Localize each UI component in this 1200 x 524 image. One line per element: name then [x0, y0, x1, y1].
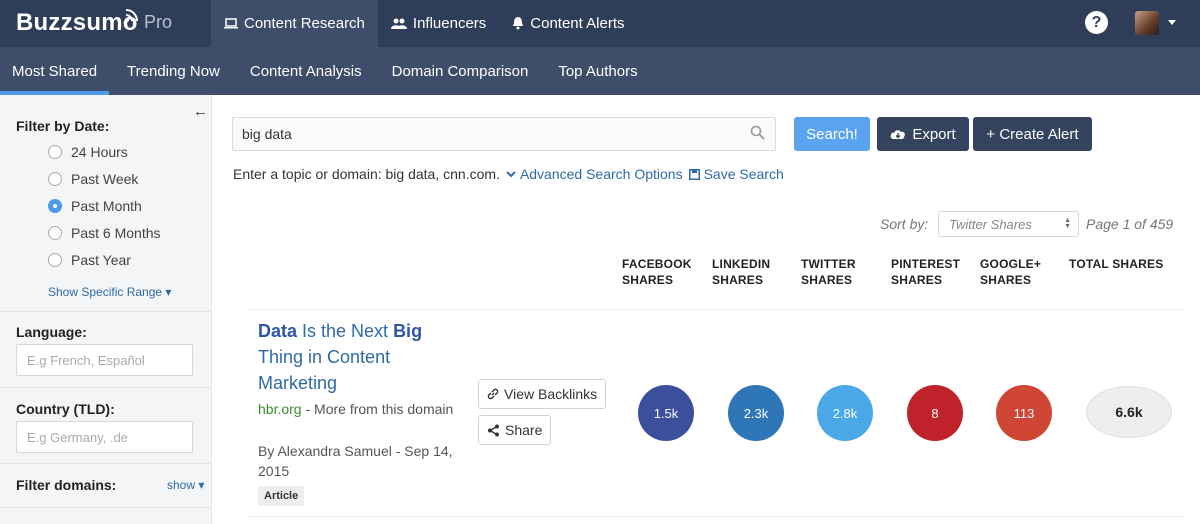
result-author: By Alexandra Samuel - Sep 14, 2015	[258, 441, 468, 481]
nav-content-alerts[interactable]: Content Alerts	[499, 0, 637, 47]
save-search-label: Save Search	[703, 166, 784, 182]
tab-trending-now[interactable]: Trending Now	[115, 47, 232, 95]
sort-select[interactable]: Twitter Shares ▲ ▼	[938, 211, 1079, 237]
col-header-googleplus[interactable]: GOOGLE+ SHARES	[980, 256, 1041, 288]
create-alert-button[interactable]: + Create Alert	[973, 117, 1092, 151]
link-icon	[487, 388, 499, 400]
page-indicator: Page 1 of 459	[1086, 216, 1174, 232]
country-input[interactable]	[16, 421, 193, 453]
radio-label: Past Year	[71, 252, 131, 268]
search-input[interactable]	[232, 117, 776, 151]
sort-arrows-icon: ▲ ▼	[1064, 217, 1071, 230]
radio-label: Past Month	[71, 198, 142, 214]
save-search-link[interactable]: Save Search	[688, 166, 784, 182]
filter-sidebar: ← Filter by Date: 24 Hours Past Week Pas…	[0, 95, 212, 524]
domain-link[interactable]: hbr.org	[258, 401, 302, 417]
export-label: Export	[912, 125, 956, 143]
tab-top-authors[interactable]: Top Authors	[546, 47, 649, 95]
divider	[0, 387, 211, 388]
radio-button[interactable]	[48, 226, 62, 240]
divider	[248, 516, 1184, 517]
radio-label: 24 Hours	[71, 144, 128, 160]
search-hint: Enter a topic or domain: big data, cnn.c…	[233, 166, 784, 182]
view-backlinks-label: View Backlinks	[504, 386, 598, 402]
hint-text: Enter a topic or domain: big data, cnn.c…	[233, 166, 500, 182]
twitter-shares-bubble[interactable]: 2.8k	[817, 385, 873, 441]
secondary-nav: Most Shared Trending Now Content Analysi…	[0, 47, 1200, 95]
col-header-linkedin[interactable]: LINKEDIN SHARES	[712, 256, 770, 288]
divider	[0, 507, 211, 508]
laptop-icon	[224, 18, 238, 29]
radio-past-6-months[interactable]: Past 6 Months	[48, 225, 161, 241]
col-header-facebook[interactable]: FACEBOOK SHARES	[622, 256, 692, 288]
chevron-down-icon	[506, 170, 516, 177]
cloud-download-icon	[890, 130, 906, 139]
radio-button[interactable]	[48, 253, 62, 267]
filter-date-label: Filter by Date:	[16, 118, 110, 134]
more-from-domain[interactable]: - More from this domain	[302, 401, 453, 417]
help-icon[interactable]: ?	[1085, 11, 1108, 34]
advanced-search-label: Advanced Search Options	[519, 166, 683, 182]
filter-domains-label: Filter domains:	[16, 477, 117, 493]
nav-label: Content Alerts	[530, 15, 625, 32]
radio-label: Past 6 Months	[71, 225, 161, 241]
radio-button[interactable]	[48, 199, 62, 213]
radio-past-year[interactable]: Past Year	[48, 252, 131, 268]
total-shares-bubble: 6.6k	[1086, 386, 1172, 438]
radio-past-week[interactable]: Past Week	[48, 171, 138, 187]
tab-content-analysis[interactable]: Content Analysis	[238, 47, 374, 95]
primary-nav: Content Research Influencers Content Ale…	[211, 0, 638, 47]
advanced-search-link[interactable]: Advanced Search Options	[506, 166, 683, 182]
divider	[0, 311, 211, 312]
author-name[interactable]: By Alexandra Samuel	[258, 443, 392, 459]
view-backlinks-button[interactable]: View Backlinks	[478, 379, 607, 409]
brand-tier: Pro	[144, 12, 173, 32]
show-specific-range-link[interactable]: Show Specific Range ▾	[48, 285, 171, 299]
nav-label: Influencers	[412, 15, 487, 32]
radio-past-month[interactable]: Past Month	[48, 198, 142, 214]
radio-button[interactable]	[48, 172, 62, 186]
chevron-down-icon[interactable]	[1168, 20, 1176, 25]
save-icon	[688, 168, 700, 180]
radio-label: Past Week	[71, 171, 139, 187]
tab-domain-comparison[interactable]: Domain Comparison	[380, 47, 541, 95]
divider	[248, 309, 1184, 310]
divider	[0, 463, 211, 464]
sort-label: Sort by:	[880, 216, 929, 232]
share-button[interactable]: Share	[478, 415, 552, 445]
result-domain: hbr.org - More from this domain	[258, 399, 458, 419]
brand-logo[interactable]: Buzzsumo	[16, 9, 138, 37]
signal-icon	[125, 9, 138, 22]
nav-content-research[interactable]: Content Research	[211, 0, 378, 47]
nav-influencers[interactable]: Influencers	[378, 0, 499, 47]
tab-most-shared[interactable]: Most Shared	[0, 47, 110, 95]
radio-24-hours[interactable]: 24 Hours	[48, 144, 128, 160]
sort-value: Twitter Shares	[949, 217, 1032, 232]
country-label: Country (TLD):	[16, 401, 115, 417]
search-button[interactable]: Search!	[794, 117, 870, 151]
search-icon[interactable]	[750, 125, 765, 140]
col-header-total[interactable]: TOTAL SHARES	[1069, 256, 1163, 272]
result-title-link[interactable]: Data Is the Next Big Thing in Content Ma…	[258, 318, 458, 396]
pinterest-shares-bubble[interactable]: 8	[907, 385, 963, 441]
linkedin-shares-bubble[interactable]: 2.3k	[728, 385, 784, 441]
users-icon	[390, 18, 407, 29]
radio-button[interactable]	[48, 145, 62, 159]
arrow-left-icon[interactable]: ←	[193, 103, 208, 120]
filter-domains-show-link[interactable]: show ▾	[167, 478, 204, 492]
nav-label: Content Research	[244, 15, 365, 32]
language-input[interactable]	[16, 344, 193, 376]
share-icon	[488, 424, 499, 436]
bell-icon	[513, 17, 524, 30]
googleplus-shares-bubble[interactable]: 113	[996, 385, 1052, 441]
export-button[interactable]: Export	[877, 117, 969, 151]
facebook-shares-bubble[interactable]: 1.5k	[638, 385, 694, 441]
language-label: Language:	[16, 324, 87, 340]
content-type-badge: Article	[258, 486, 305, 506]
top-navbar: Buzzsumo Pro Content Research Influencer…	[0, 0, 1200, 47]
share-label: Share	[505, 422, 543, 438]
col-header-twitter[interactable]: TWITTER SHARES	[801, 256, 856, 288]
avatar[interactable]	[1135, 11, 1159, 35]
col-header-pinterest[interactable]: PINTEREST SHARES	[891, 256, 960, 288]
